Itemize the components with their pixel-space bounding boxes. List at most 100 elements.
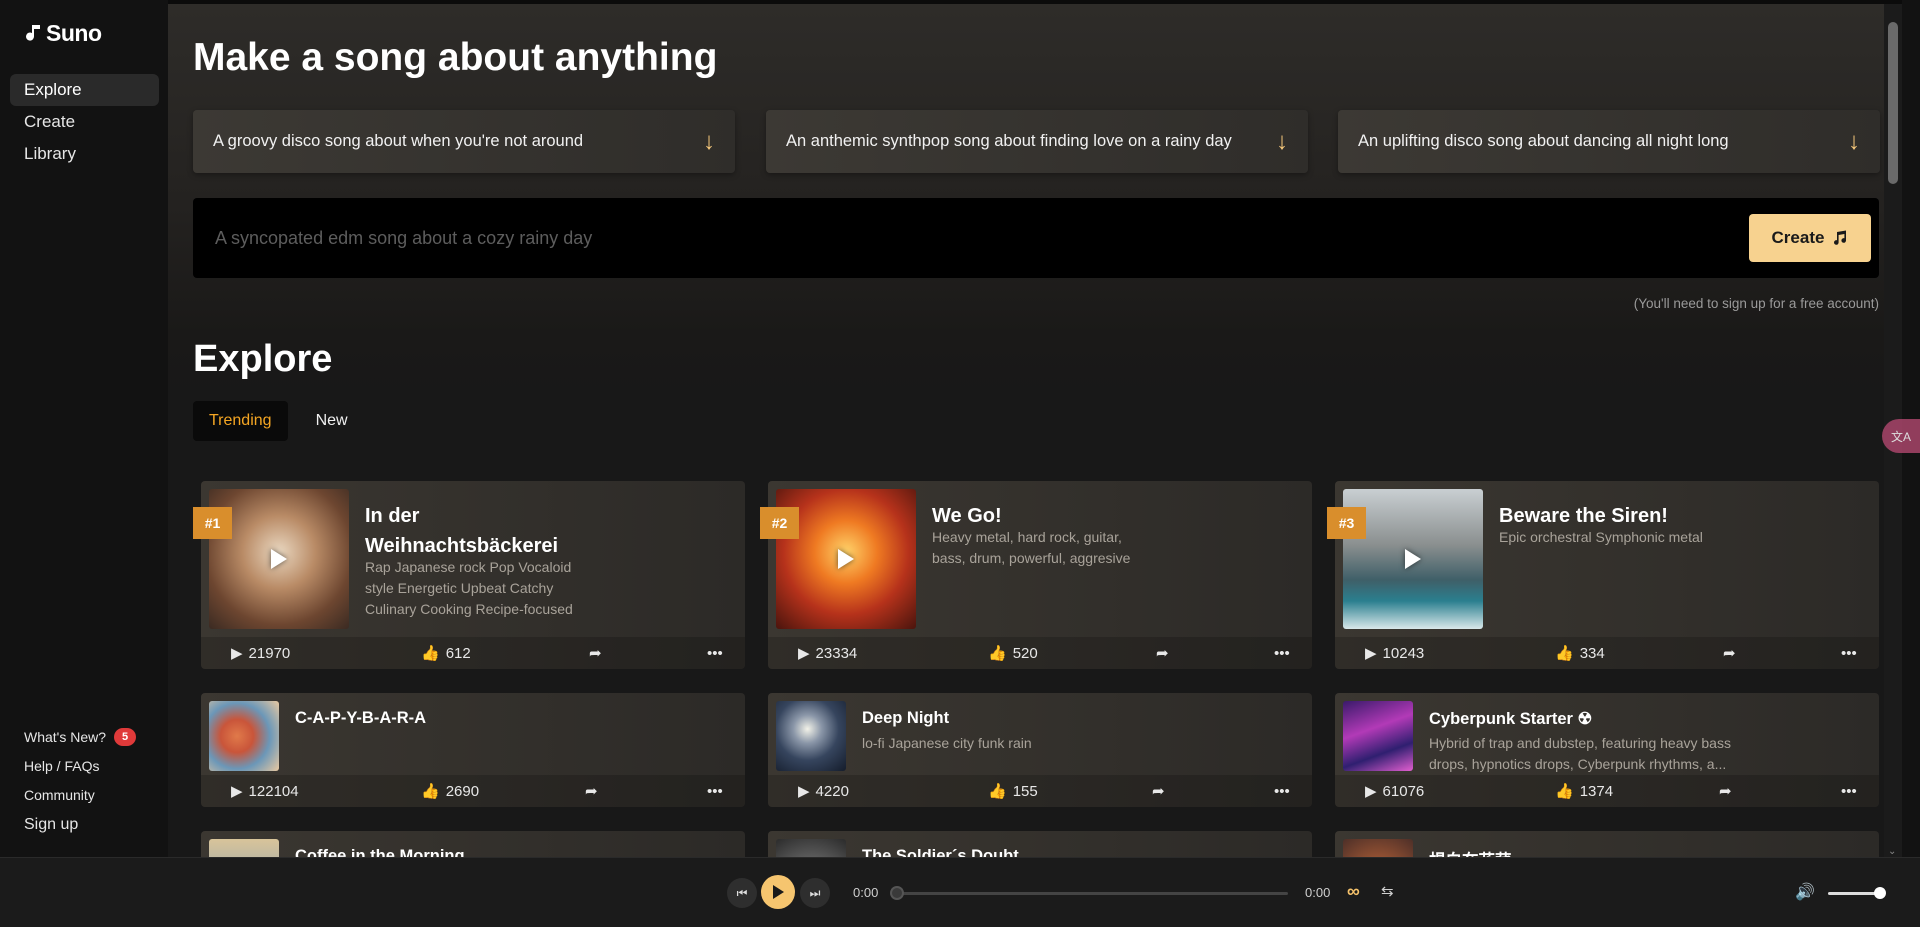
suggestion-text: An anthemic synthpop song about finding …: [786, 132, 1232, 150]
audio-player: ⏮ ⏭ 0:00 0:00 ∞ ⇆ 🔊: [0, 857, 1920, 927]
sign-up-link[interactable]: Sign up: [24, 809, 136, 841]
translate-icon[interactable]: 文A: [1882, 419, 1920, 453]
play-count[interactable]: ▶ 122104: [231, 782, 299, 801]
sidebar-item-library[interactable]: Library: [10, 138, 159, 170]
suggestion-card-2[interactable]: An anthemic synthpop song about finding …: [766, 110, 1308, 173]
tab-trending[interactable]: Trending: [193, 401, 288, 441]
song-cover[interactable]: [209, 839, 279, 857]
song-card[interactable]: Cyberpunk Starter ☢ Hybrid of trap and d…: [1335, 693, 1879, 807]
song-title[interactable]: Coffee in the Morning: [295, 847, 465, 857]
progress-track[interactable]: [893, 892, 1288, 895]
like-count-value: 612: [445, 644, 471, 662]
more-options-icon[interactable]: •••: [1274, 645, 1290, 662]
more-options-icon[interactable]: •••: [1841, 783, 1857, 800]
whats-new-link[interactable]: What's New? 5: [24, 722, 137, 751]
community-link[interactable]: Community: [24, 780, 136, 809]
like-count[interactable]: 👍 520: [988, 644, 1038, 663]
rank-badge: #2: [760, 507, 799, 539]
play-count[interactable]: ▶ 61076: [1365, 782, 1424, 801]
help-faqs-link[interactable]: Help / FAQs: [24, 751, 136, 780]
more-options-icon[interactable]: •••: [1274, 783, 1290, 800]
more-options-icon[interactable]: •••: [707, 645, 723, 662]
more-options-icon[interactable]: •••: [1841, 645, 1857, 662]
play-icon: ▶: [1365, 645, 1377, 662]
song-title[interactable]: 楊白在花莚: [1429, 847, 1512, 857]
song-prompt-box: Create: [193, 198, 1879, 278]
play-count[interactable]: ▶ 4220: [798, 782, 849, 801]
play-button[interactable]: [761, 875, 795, 909]
suggestion-card-1[interactable]: A groovy disco song about when you're no…: [193, 110, 735, 173]
volume-knob[interactable]: [1874, 887, 1886, 899]
song-title[interactable]: Cyberpunk Starter ☢: [1429, 709, 1592, 729]
song-card[interactable]: 楊白在花莚: [1335, 831, 1879, 857]
song-title[interactable]: Deep Night: [862, 709, 949, 728]
whats-new-badge: 5: [114, 727, 137, 746]
song-desc-line: style Energetic Upbeat Catchy: [365, 580, 554, 596]
scrollbar-thumb[interactable]: [1888, 22, 1898, 184]
app-root: Suno Explore Create Library What's New? …: [0, 0, 1920, 927]
like-count[interactable]: 👍 2690: [421, 782, 479, 801]
song-card[interactable]: The Soldier´s Doubt: [768, 831, 1312, 857]
like-count[interactable]: 👍 612: [421, 644, 471, 663]
song-cover[interactable]: [1343, 839, 1413, 857]
share-icon[interactable]: ➦: [1152, 782, 1165, 800]
play-icon: ▶: [231, 783, 243, 800]
tab-new[interactable]: New: [300, 401, 364, 441]
song-card[interactable]: Coffee in the Morning: [201, 831, 745, 857]
suggestion-card-3[interactable]: An uplifting disco song about dancing al…: [1338, 110, 1880, 173]
song-cover[interactable]: [209, 701, 279, 771]
thumbs-up-icon: 👍: [988, 645, 1007, 662]
main-content: Make a song about anything A groovy disc…: [168, 0, 1902, 857]
share-icon[interactable]: ➦: [589, 644, 602, 662]
play-count-value: 10243: [1382, 644, 1425, 662]
play-overlay-icon: [271, 549, 287, 569]
volume-icon[interactable]: 🔊: [1795, 882, 1815, 902]
sidebar-item-explore[interactable]: Explore: [10, 74, 159, 106]
song-title-line[interactable]: In der: [365, 501, 558, 531]
create-button-label: Create: [1771, 228, 1825, 247]
play-icon: ▶: [798, 645, 810, 662]
sidebar: Suno Explore Create Library What's New? …: [0, 0, 168, 857]
song-card-featured-3[interactable]: Beware the Siren! Epic orchestral Sympho…: [1335, 481, 1879, 669]
song-title[interactable]: C-A-P-Y-B-A-R-A: [295, 709, 426, 728]
song-title[interactable]: The Soldier´s Doubt: [862, 847, 1019, 857]
play-count[interactable]: ▶ 21970: [231, 644, 290, 663]
next-track-button[interactable]: ⏭: [800, 878, 830, 908]
song-prompt-input[interactable]: [215, 220, 1615, 256]
music-notes-icon: [1834, 230, 1847, 245]
suno-logo[interactable]: Suno: [24, 20, 102, 47]
song-card-featured-1[interactable]: In der Weihnachtsbäckerei Rap Japanese r…: [201, 481, 745, 669]
create-button[interactable]: Create: [1749, 214, 1871, 262]
play-count[interactable]: ▶ 10243: [1365, 644, 1425, 663]
like-count[interactable]: 👍 155: [988, 782, 1038, 801]
song-card[interactable]: Deep Night lo-fi Japanese city funk rain…: [768, 693, 1312, 807]
sidebar-item-create[interactable]: Create: [10, 106, 159, 138]
thumbs-up-icon: 👍: [988, 783, 1007, 800]
song-cover[interactable]: [1343, 701, 1413, 771]
play-overlay-icon: [1405, 549, 1421, 569]
suggestion-text: A groovy disco song about when you're no…: [213, 132, 584, 150]
play-count[interactable]: ▶ 23334: [798, 644, 857, 663]
like-count[interactable]: 👍 334: [1555, 644, 1605, 663]
share-icon[interactable]: ➦: [1719, 782, 1732, 800]
previous-track-button[interactable]: ⏮: [727, 878, 757, 908]
song-cover[interactable]: [776, 701, 846, 771]
progress-knob[interactable]: [890, 886, 904, 900]
song-stats-bar: ▶ 4220 👍 155 ➦ •••: [768, 775, 1312, 807]
like-count[interactable]: 👍 1374: [1555, 782, 1613, 801]
play-count-value: 4220: [815, 782, 849, 800]
song-cover[interactable]: [776, 839, 846, 857]
sidebar-footer: What's New? 5 Help / FAQs Community Sign…: [24, 722, 137, 841]
more-options-icon[interactable]: •••: [707, 783, 723, 800]
song-card[interactable]: C-A-P-Y-B-A-R-A ▶ 122104 👍 2690 ➦ •••: [201, 693, 745, 807]
share-icon[interactable]: ➦: [1723, 644, 1736, 662]
loop-infinite-icon[interactable]: ∞: [1347, 881, 1360, 902]
song-card-featured-2[interactable]: We Go! Heavy metal, hard rock, guitar, b…: [768, 481, 1312, 669]
share-icon[interactable]: ➦: [1156, 644, 1169, 662]
play-icon: ▶: [1365, 783, 1377, 800]
repeat-icon[interactable]: ⇆: [1381, 882, 1394, 900]
share-icon[interactable]: ➦: [585, 782, 598, 800]
play-overlay-icon: [838, 549, 854, 569]
music-note-icon: [26, 24, 40, 41]
scroll-down-icon[interactable]: ⌄: [1888, 846, 1896, 857]
